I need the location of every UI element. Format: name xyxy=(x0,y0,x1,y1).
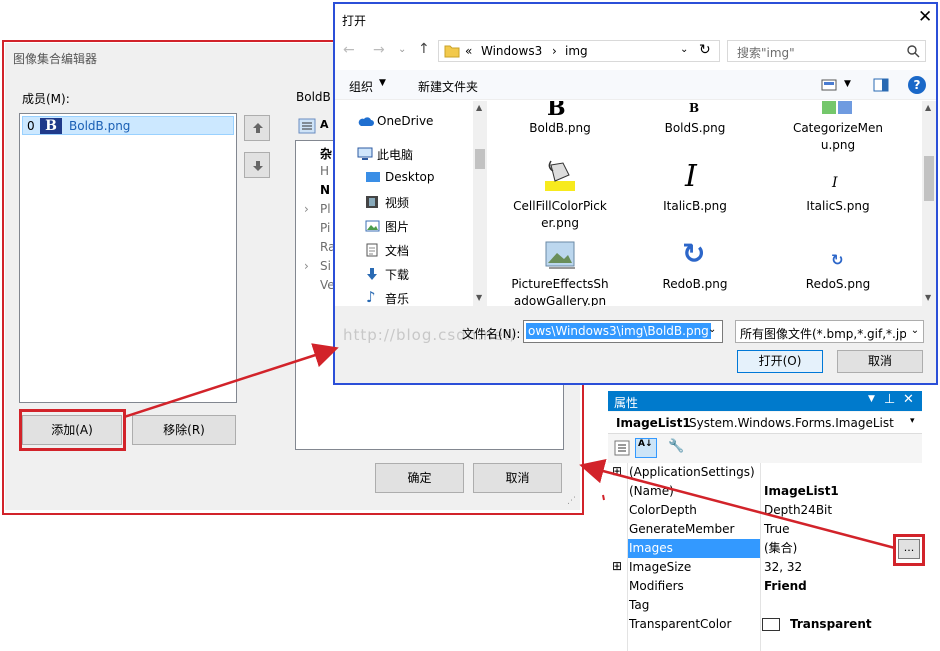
annotation-arrows xyxy=(123,343,896,550)
arrow-add-to-dialog xyxy=(123,343,339,419)
arrow-images-to-editor xyxy=(579,459,896,550)
